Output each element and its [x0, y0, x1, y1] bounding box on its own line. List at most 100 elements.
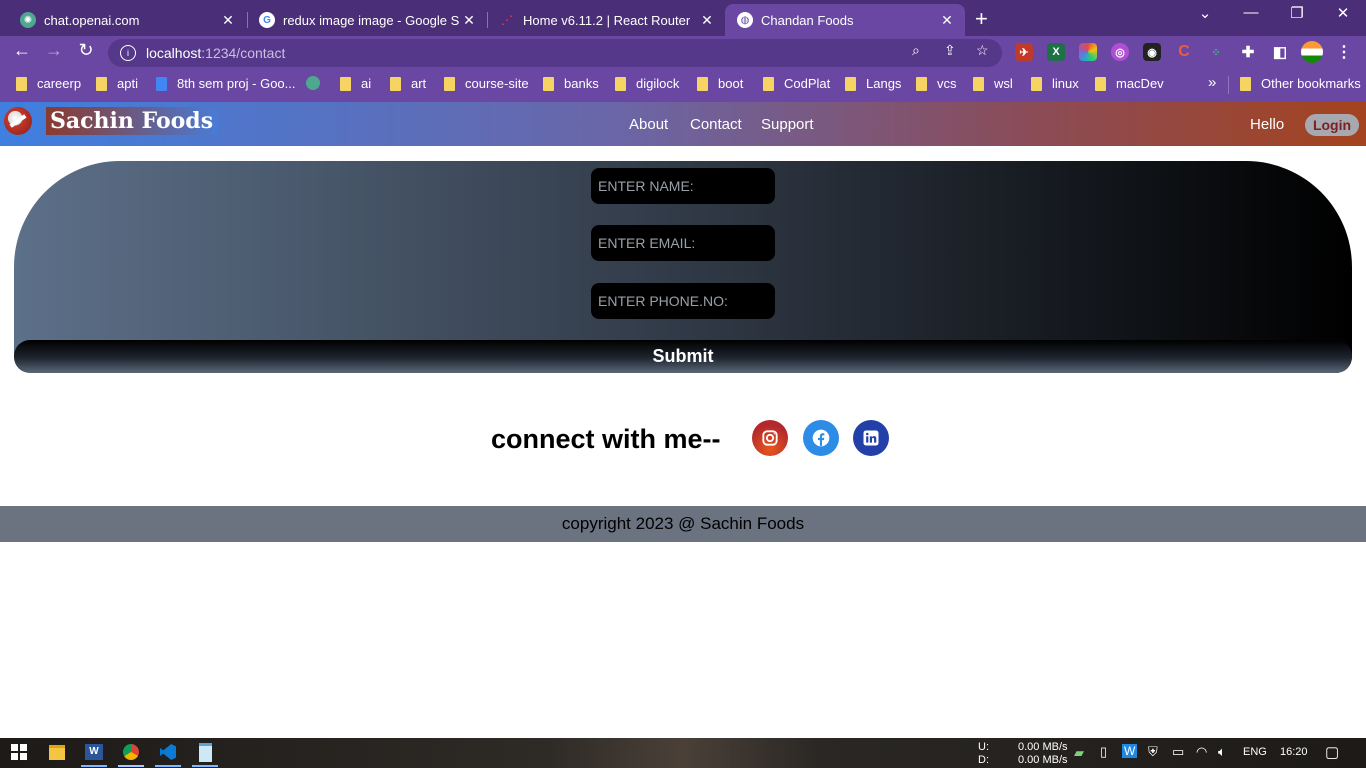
site-info-icon[interactable]: i: [120, 45, 136, 61]
extension-icon[interactable]: ✈: [1015, 43, 1033, 61]
folder-icon: [444, 76, 455, 91]
close-tab-icon[interactable]: ✕: [697, 12, 717, 29]
notepad-icon[interactable]: [194, 741, 216, 763]
bookmark-label: wsl: [994, 76, 1013, 91]
wifi-icon[interactable]: ◠: [1196, 744, 1207, 760]
brand-name[interactable]: Sachin Foods: [46, 107, 218, 135]
extension-icon[interactable]: C: [1175, 43, 1193, 61]
word-icon[interactable]: W: [83, 741, 105, 763]
volume-icon[interactable]: 🔈︎: [1218, 744, 1226, 760]
clock[interactable]: 16:20: [1280, 746, 1308, 758]
bookmark-careerp[interactable]: careerp: [16, 76, 81, 91]
submit-button[interactable]: Submit: [14, 340, 1352, 373]
close-tab-icon[interactable]: ✕: [218, 12, 238, 29]
tab-chandan-foods[interactable]: ◍ Chandan Foods ✕: [725, 4, 965, 36]
bookmark-macdev[interactable]: macDev: [1095, 76, 1164, 91]
url-host: localhost: [146, 45, 202, 61]
folder-icon: [1031, 76, 1042, 91]
name-field: [591, 168, 775, 204]
close-tab-icon[interactable]: ✕: [937, 12, 957, 29]
bookmark-wsl[interactable]: wsl: [973, 76, 1013, 91]
facebook-icon[interactable]: [803, 420, 839, 456]
new-tab-button[interactable]: +: [975, 6, 988, 32]
email-field: [591, 225, 775, 261]
language-indicator[interactable]: ENG: [1243, 746, 1267, 758]
battery-icon[interactable]: ▭: [1172, 744, 1184, 760]
address-bar[interactable]: i localhost:1234/contact: [108, 39, 1002, 67]
forward-button[interactable]: →: [42, 40, 66, 61]
close-tab-icon[interactable]: ✕: [459, 12, 479, 29]
folder-icon: [973, 76, 984, 91]
profile-avatar[interactable]: [1301, 41, 1323, 63]
bookmark-apti[interactable]: apti: [96, 76, 138, 91]
folder-icon: [1095, 76, 1106, 91]
nav-link-support[interactable]: Support: [761, 116, 814, 133]
bookmark-ai[interactable]: ai: [340, 76, 371, 91]
linkedin-icon[interactable]: [853, 420, 889, 456]
bookmark-course-site[interactable]: course-site: [444, 76, 529, 91]
zoom-icon[interactable]: ⌕: [912, 42, 920, 59]
security-shield-icon[interactable]: ⛨: [1148, 744, 1158, 760]
usb-icon[interactable]: ▯: [1100, 744, 1107, 760]
bookmark-banks[interactable]: banks: [543, 76, 599, 91]
color-picker-extension-icon[interactable]: [1079, 43, 1097, 61]
folder-icon: [390, 76, 401, 91]
close-window-button[interactable]: ✕: [1320, 4, 1366, 22]
bookmark-vcs[interactable]: vcs: [916, 76, 957, 91]
tab-google-search[interactable]: G redux image image - Google Sea ✕: [247, 4, 487, 36]
folder-icon: [1240, 76, 1251, 91]
menu-icon[interactable]: ⋮: [1335, 43, 1353, 61]
bookmark-label: Other bookmarks: [1261, 76, 1361, 91]
puzzle-icon[interactable]: ✚: [1239, 43, 1257, 61]
file-explorer-icon[interactable]: [46, 741, 68, 763]
bookmark-label: boot: [718, 76, 744, 91]
excel-extension-icon[interactable]: X: [1047, 43, 1065, 61]
minimize-button[interactable]: —: [1228, 4, 1274, 21]
vscode-icon[interactable]: [157, 741, 179, 763]
nav-link-contact[interactable]: Contact: [690, 116, 742, 133]
bookmarks-overflow-button[interactable]: »: [1208, 74, 1216, 91]
bookmark-8th-sem-proj[interactable]: 8th sem proj - Goo...: [156, 76, 296, 91]
share-icon[interactable]: ⇪: [944, 42, 956, 59]
windows-start-icon[interactable]: [8, 741, 30, 763]
other-bookmarks[interactable]: Other bookmarks: [1240, 76, 1361, 91]
back-button[interactable]: ←: [10, 40, 34, 61]
login-button[interactable]: Login: [1305, 114, 1359, 136]
extension-icon[interactable]: ◉: [1143, 43, 1161, 61]
bookmark-codplat[interactable]: CodPlat: [763, 76, 830, 91]
restore-button[interactable]: ❐: [1274, 4, 1320, 22]
side-panel-icon[interactable]: ◧: [1271, 43, 1289, 61]
app-tray-icon[interactable]: W: [1122, 744, 1138, 758]
bookmark-art[interactable]: art: [390, 76, 426, 91]
openai-icon: ✺: [20, 12, 36, 28]
bookmark-boot[interactable]: boot: [697, 76, 743, 91]
overflow-label: »: [1208, 74, 1217, 91]
phone-input[interactable]: [598, 293, 768, 309]
browser-toolbar: ← → ↻ i localhost:1234/contact ⌕ ⇪ ☆: [0, 36, 1366, 68]
tab-search-icon[interactable]: ⌄: [1182, 4, 1228, 22]
bookmark-label: apti: [117, 76, 138, 91]
nav-link-about[interactable]: About: [629, 116, 668, 133]
url-path: :1234/contact: [201, 45, 286, 61]
extension-icon[interactable]: ◎: [1111, 43, 1129, 61]
bookmark-digilock[interactable]: digilock: [615, 76, 679, 91]
reload-button[interactable]: ↻: [74, 40, 98, 61]
bookmark-langs[interactable]: Langs: [845, 76, 901, 91]
tab-title: redux image image - Google Sea: [283, 12, 459, 28]
drive-icon[interactable]: ▰: [1074, 745, 1084, 761]
bookmark-linux[interactable]: linux: [1031, 76, 1079, 91]
extension-icon[interactable]: ⁘: [1207, 43, 1225, 61]
chrome-icon[interactable]: [120, 741, 142, 763]
bookmark-label: course-site: [465, 76, 529, 91]
name-input[interactable]: [598, 178, 768, 194]
net-up-label: U:: [978, 741, 989, 753]
tab-chatgpt[interactable]: ✺ chat.openai.com ✕: [8, 4, 246, 36]
notifications-icon[interactable]: ▢: [1325, 743, 1339, 761]
tab-react-router[interactable]: ⋰ Home v6.11.2 | React Router ✕: [487, 4, 725, 36]
instagram-icon[interactable]: [752, 420, 788, 456]
bookmark-star-icon[interactable]: ☆: [976, 42, 989, 59]
brand-logo-icon[interactable]: [4, 107, 32, 135]
email-input[interactable]: [598, 235, 768, 251]
bookmark-openai[interactable]: [306, 76, 330, 90]
folder-icon: [615, 76, 626, 91]
